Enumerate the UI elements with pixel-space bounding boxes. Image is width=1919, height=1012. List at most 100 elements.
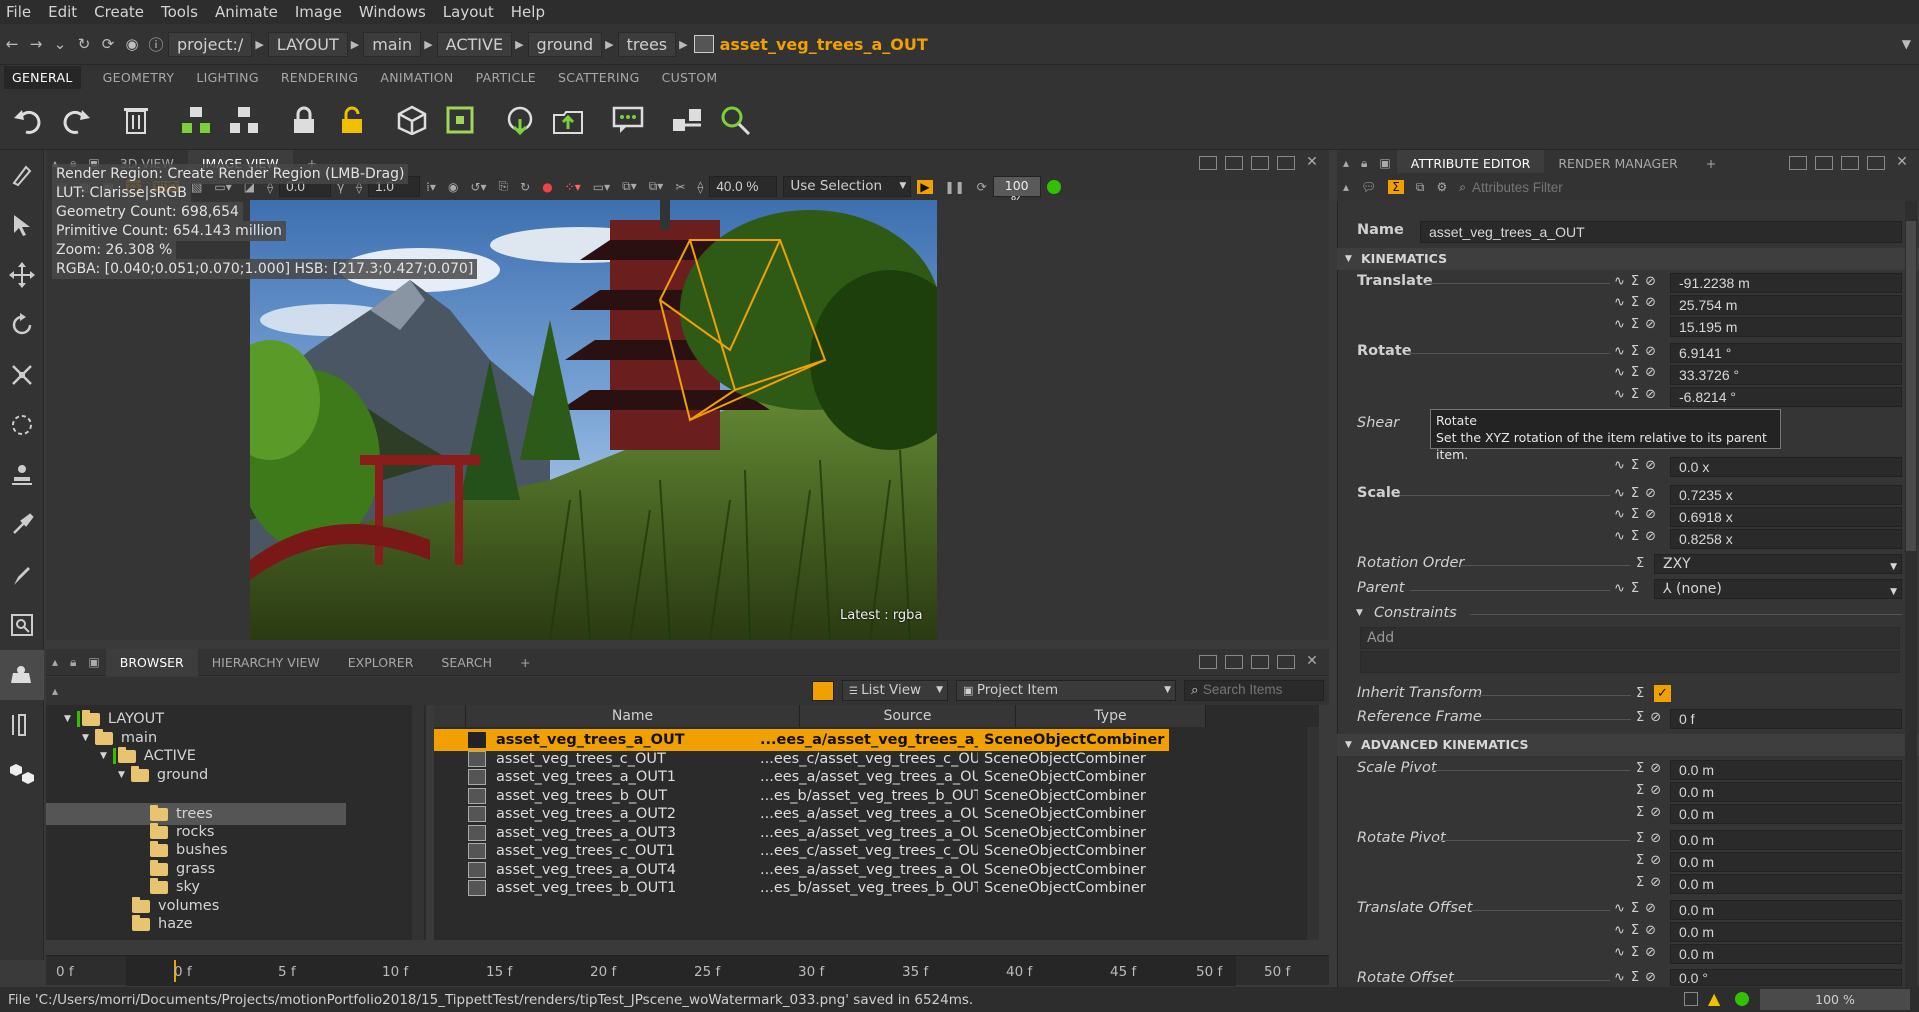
anim-sigma-link-icons[interactable]: ∿Σ⊘ — [1614, 387, 1662, 402]
breadcrumb-layout[interactable]: LAYOUT — [267, 31, 348, 57]
refresh-icon[interactable]: ↻ — [72, 35, 96, 53]
filter-options-icon[interactable]: ⚙ — [1436, 180, 1447, 194]
collapse-icon[interactable]: ▴ — [1343, 156, 1349, 170]
tab-search[interactable]: SEARCH — [427, 649, 506, 676]
column-header-name[interactable]: Name — [466, 705, 800, 727]
anim-sigma-link-icons[interactable]: ∿Σ⊘ — [1614, 344, 1662, 359]
expand-arrow-icon[interactable]: ▼ — [82, 733, 89, 743]
sigma-link-icons[interactable]: Σ⊘ — [1636, 831, 1667, 846]
export-icon[interactable] — [548, 98, 588, 142]
panel-lock-icon[interactable]: 🔒︎ — [70, 655, 76, 670]
render-region-icon[interactable] — [0, 650, 44, 700]
timeline[interactable]: 0 f 0 f 5 f 10 f 15 f 20 f 25 f 30 f 35 … — [46, 955, 1329, 986]
scale-pivot-y-field[interactable] — [1670, 782, 1902, 802]
anim-sigma-link-icons[interactable]: ∿Σ⊘ — [1614, 295, 1662, 310]
compare-mode-icon[interactable]: ⧉▾ — [649, 179, 664, 194]
sigma-link-icons[interactable]: Σ⊘ — [1636, 783, 1667, 798]
tree-node-ground[interactable]: ▼ ground — [118, 764, 208, 786]
redo-icon[interactable] — [56, 98, 96, 142]
tab-hierarchy-view[interactable]: HIERARCHY VIEW — [198, 649, 334, 676]
color-swatch-icon[interactable]: ⁘▾ — [565, 180, 581, 194]
sigma-link-icons[interactable]: Σ⊘ — [1636, 761, 1667, 776]
sigma-link-icons[interactable]: Σ⊘ — [1636, 853, 1667, 868]
layout-rows-icon[interactable] — [1815, 156, 1833, 170]
sigma-toggle-icon[interactable]: Σ — [1388, 180, 1404, 194]
maximize-icon[interactable] — [1277, 156, 1295, 170]
orbit-icon[interactable] — [0, 400, 44, 450]
menu-tools[interactable]: Tools — [161, 3, 198, 21]
unlock-icon[interactable] — [332, 98, 372, 142]
menu-windows[interactable]: Windows — [359, 3, 426, 21]
breadcrumb-active[interactable]: ACTIVE — [436, 31, 513, 57]
search-items-box[interactable]: ⌕ — [1184, 680, 1324, 701]
camera-icon[interactable]: ◉ — [448, 180, 458, 194]
compare-icon[interactable]: ⎘ — [499, 179, 509, 194]
rotate-icon[interactable] — [0, 300, 44, 350]
layout-grid-icon[interactable] — [1199, 156, 1217, 170]
toggle-tree-icon[interactable] — [812, 681, 834, 701]
anim-sigma-link-icons[interactable]: ∿Σ⊘ — [1614, 317, 1662, 332]
layout-rows-icon[interactable] — [1225, 156, 1243, 170]
anim-sigma-icons[interactable]: ∿Σ — [1614, 581, 1645, 596]
comment-toggle-icon[interactable]: 💬︎ — [1361, 180, 1376, 194]
scale-pivot-x-field[interactable] — [1670, 760, 1902, 780]
crop-icon[interactable]: ⧉▾ — [622, 179, 637, 194]
inherit-transform-checkbox[interactable]: ✓ — [1654, 685, 1671, 702]
panel-settings-icon[interactable]: ▣ — [1379, 156, 1390, 170]
tools-icon[interactable]: ✂ — [675, 180, 685, 194]
table-scrollbar[interactable] — [1307, 727, 1319, 940]
pen-icon[interactable] — [0, 150, 44, 200]
add-tab-icon[interactable]: + — [506, 649, 544, 676]
translate-offset-z-field[interactable] — [1670, 944, 1902, 964]
paint-brush-icon[interactable] — [0, 500, 44, 550]
translate-offset-x-field[interactable] — [1670, 900, 1902, 920]
tab-particle[interactable]: PARTICLE — [476, 70, 536, 85]
attribute-scrollbar[interactable] — [1905, 201, 1917, 987]
tab-general[interactable]: GENERAL — [4, 66, 81, 89]
layout-grid-icon[interactable] — [1199, 655, 1217, 669]
zoom-slider-icon[interactable]: ⟠ — [697, 180, 703, 194]
scale-z-field[interactable] — [1670, 529, 1902, 549]
sigma-icon[interactable]: Σ — [1636, 686, 1650, 701]
layout-rows-icon[interactable] — [1225, 655, 1243, 669]
frame-selection-icon[interactable] — [440, 98, 480, 142]
name-field[interactable] — [1420, 221, 1902, 243]
translate-offset-y-field[interactable] — [1670, 922, 1902, 942]
rotation-order-dropdown[interactable]: ZXY ▼ — [1654, 554, 1902, 574]
tab-animation[interactable]: ANIMATION — [380, 70, 453, 85]
menu-edit[interactable]: Edit — [48, 3, 77, 21]
maximize-icon[interactable] — [1867, 156, 1885, 170]
expand-arrow-icon[interactable]: ▼ — [118, 770, 125, 780]
scale-pivot-z-field[interactable] — [1670, 804, 1902, 824]
anim-sigma-link-icons[interactable]: ∿Σ⊘ — [1614, 945, 1662, 960]
forward-icon[interactable]: → — [24, 35, 48, 53]
breadcrumb-trees[interactable]: trees — [617, 31, 677, 57]
link-icon[interactable]: ⧉ — [1416, 180, 1425, 195]
anim-sigma-link-icons[interactable]: ∿Σ⊘ — [1614, 365, 1662, 380]
select-arrow-icon[interactable] — [0, 200, 44, 250]
refresh-render-icon[interactable]: ↻ — [520, 180, 530, 194]
import-icon[interactable] — [500, 98, 540, 142]
section-advanced-kinematics[interactable]: ▼ ADVANCED KINEMATICS — [1337, 734, 1919, 756]
view-mode-dropdown[interactable]: ☰ List View ▼ — [842, 680, 948, 701]
column-header-type[interactable]: Type — [1016, 705, 1206, 727]
rotate-y-field[interactable] — [1670, 365, 1902, 385]
zoom-field[interactable] — [709, 176, 778, 197]
attributes-filter-input[interactable] — [1471, 179, 1772, 195]
layout-cols-icon[interactable] — [1841, 156, 1859, 170]
anim-sigma-link-icons[interactable]: ∿Σ⊘ — [1614, 486, 1662, 501]
menu-file[interactable]: File — [6, 3, 31, 21]
brush-icon[interactable] — [0, 550, 44, 600]
anim-sigma-link-icons[interactable]: ∿Σ⊘ — [1614, 901, 1662, 916]
breadcrumb-project[interactable]: project:/ — [168, 31, 253, 57]
parent-dropdown[interactable]: ⅄ (none) ▼ — [1654, 579, 1902, 599]
ruler-icon[interactable] — [0, 700, 44, 750]
history-dropdown-icon[interactable]: ⌄ — [48, 35, 72, 53]
scale-y-field[interactable] — [1670, 507, 1902, 527]
collapse-icon[interactable]: ▴ — [1343, 180, 1349, 194]
breadcrumb-main[interactable]: main — [363, 31, 422, 57]
close-icon[interactable]: ✕ — [1303, 155, 1321, 170]
tab-rendering[interactable]: RENDERING — [281, 70, 359, 85]
reference-icon[interactable] — [668, 98, 708, 142]
expand-arrow-icon[interactable]: ▼ — [64, 714, 71, 724]
